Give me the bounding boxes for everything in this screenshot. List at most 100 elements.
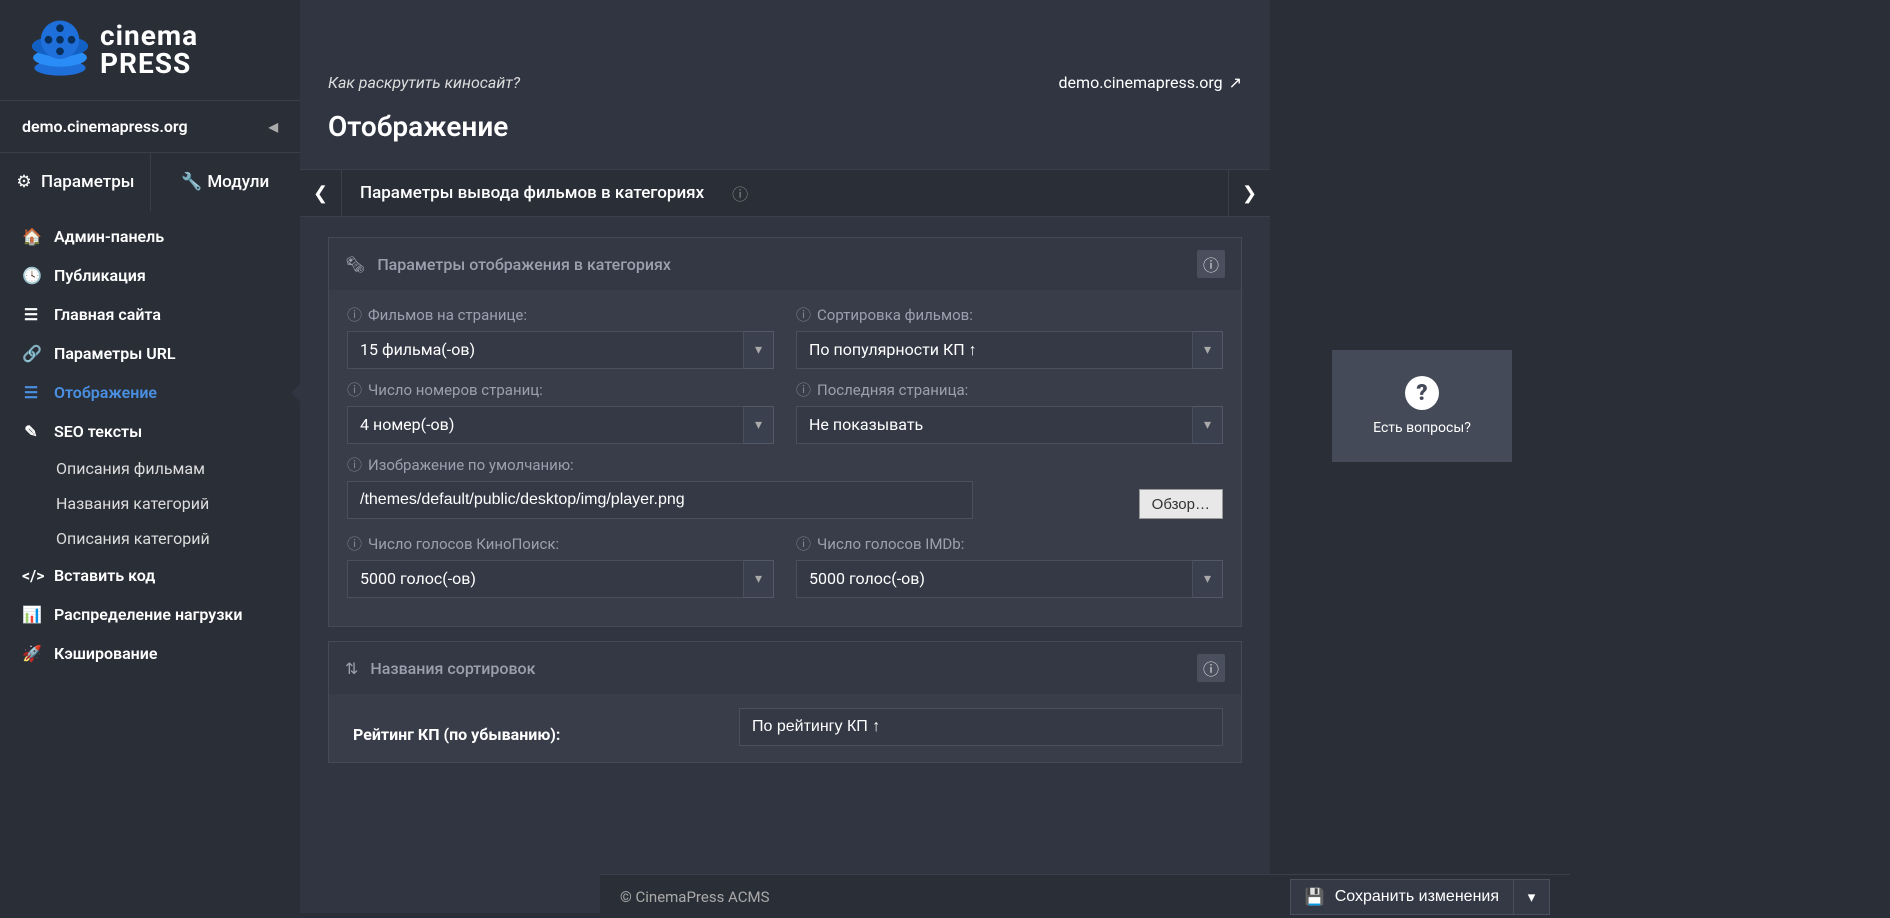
- help-widget-label: Есть вопросы?: [1373, 420, 1471, 436]
- menu-load-balancing[interactable]: 📊Распределение нагрузки: [0, 595, 300, 634]
- menu-homepage-label: Главная сайта: [54, 305, 161, 324]
- menu-admin-label: Админ-панель: [54, 227, 164, 246]
- content-area: 🗞 Параметры отображения в категориях ⓘ ⓘ…: [300, 217, 1270, 913]
- site-selector[interactable]: demo.cinemapress.org ◀: [0, 100, 300, 153]
- select-per-page-toggle[interactable]: ▾: [744, 331, 774, 369]
- info-icon: ⓘ: [347, 304, 362, 325]
- select-pages-toggle[interactable]: ▾: [744, 406, 774, 444]
- card-info-button[interactable]: ⓘ: [1197, 654, 1225, 682]
- select-last-page-toggle[interactable]: ▾: [1193, 406, 1223, 444]
- tab-modules[interactable]: 🔧 Модули: [150, 153, 301, 211]
- card-display-params: 🗞 Параметры отображения в категориях ⓘ ⓘ…: [328, 237, 1242, 627]
- rocket-icon: 🚀: [22, 644, 40, 663]
- browse-button[interactable]: Обзор…: [1139, 489, 1223, 519]
- chevron-down-icon: ▾: [1204, 571, 1211, 587]
- menu-homepage[interactable]: ☰ Главная сайта: [0, 295, 300, 334]
- help-widget[interactable]: ? Есть вопросы?: [1332, 350, 1512, 462]
- collapse-icon: ◀: [269, 120, 278, 134]
- menu-insertcode-label: Вставить код: [54, 566, 155, 585]
- select-kp-votes[interactable]: 5000 голос(-ов): [347, 560, 744, 598]
- menu-seo-cat-names[interactable]: Названия категорий: [0, 486, 300, 521]
- sitemap-icon: 🔗: [22, 344, 40, 363]
- tab-params-label: Параметры: [41, 172, 134, 192]
- list-icon: ☰: [22, 383, 40, 402]
- wrench-icon: 🔧: [181, 172, 199, 192]
- select-sort[interactable]: По популярности КП ↑: [796, 331, 1193, 369]
- logo-text-2: PRESS: [100, 50, 198, 78]
- menu-seo-movie-desc[interactable]: Описания фильмам: [0, 451, 300, 486]
- menu-caching[interactable]: 🚀Кэширование: [0, 634, 300, 673]
- info-icon: ⓘ: [796, 533, 811, 554]
- save-icon: 💾: [1305, 887, 1325, 907]
- external-link-icon: ↗: [1229, 73, 1242, 92]
- info-icon: ⓘ: [347, 454, 362, 475]
- label-per-page: Фильмов на странице:: [368, 306, 527, 324]
- sidebar-menu: 🏠Админ-панель 🕓Публикация ☰ Главная сайта…: [0, 211, 300, 673]
- clock-icon: 🕓: [22, 266, 40, 285]
- promo-link[interactable]: Как раскрутить киносайт?: [328, 73, 520, 92]
- logo-text-1: cinema: [100, 22, 198, 50]
- pencil-icon: ✎: [22, 422, 40, 441]
- select-per-page[interactable]: 15 фильма(-ов): [347, 331, 744, 369]
- label-sort: Сортировка фильмов:: [817, 306, 973, 324]
- info-icon: ⓘ: [796, 379, 811, 400]
- select-pages[interactable]: 4 номер(-ов): [347, 406, 744, 444]
- tab-params[interactable]: ⚙ Параметры: [0, 153, 150, 211]
- main: Как раскрутить киносайт? demo.cinemapres…: [300, 0, 1270, 918]
- card-info-button[interactable]: ⓘ: [1197, 250, 1225, 278]
- select-kp-votes-toggle[interactable]: ▾: [744, 560, 774, 598]
- menu-seo-sub2-label: Названия категорий: [56, 494, 209, 513]
- select-last-page[interactable]: Не показывать: [796, 406, 1193, 444]
- chevron-right-icon: ❯: [1242, 183, 1257, 204]
- card-display-params-title: Параметры отображения в категориях: [377, 255, 671, 274]
- footer: © CinemaPress ACMS 💾 Сохранить изменения…: [600, 874, 1570, 918]
- site-name-label: demo.cinemapress.org: [22, 117, 188, 136]
- menu-seo-sub1-label: Описания фильмам: [56, 459, 205, 478]
- logo[interactable]: cinema PRESS: [0, 0, 300, 100]
- info-icon: ⓘ: [732, 185, 748, 204]
- save-dropdown-toggle[interactable]: ▾: [1514, 879, 1550, 915]
- menu-display-label: Отображение: [54, 383, 157, 402]
- menu-seo-sub3-label: Описания категорий: [56, 529, 210, 548]
- panel-bar-info[interactable]: ⓘ: [732, 181, 748, 205]
- label-pages: Число номеров страниц:: [368, 381, 543, 399]
- label-rating-kp-desc: Рейтинг КП (по убыванию):: [347, 711, 717, 744]
- chevron-down-icon: ▾: [755, 342, 762, 358]
- input-default-image[interactable]: [347, 481, 973, 519]
- prev-button[interactable]: ❮: [300, 170, 342, 216]
- info-icon: ⓘ: [796, 304, 811, 325]
- chevron-left-icon: ❮: [313, 183, 328, 204]
- panel-bar: ❮ Параметры вывода фильмов в категориях …: [300, 169, 1270, 217]
- site-url-label: demo.cinemapress.org: [1059, 73, 1223, 92]
- menu-display[interactable]: ☰ Отображение: [0, 373, 300, 412]
- menu-seo-label: SEO тексты: [54, 422, 142, 441]
- card-sort-names-title: Названия сортировок: [370, 659, 535, 678]
- copyright: © CinemaPress ACMS: [620, 888, 770, 906]
- menu-insert-code[interactable]: </>Вставить код: [0, 556, 300, 595]
- menu-publication[interactable]: 🕓Публикация: [0, 256, 300, 295]
- save-button[interactable]: 💾 Сохранить изменения: [1290, 879, 1514, 915]
- card-sort-names-header[interactable]: ⇅ Названия сортировок ⓘ: [329, 642, 1241, 694]
- menu-urlparams-label: Параметры URL: [54, 344, 176, 363]
- menu-seo[interactable]: ✎ SEO тексты: [0, 412, 300, 451]
- select-imdb-votes[interactable]: 5000 голос(-ов): [796, 560, 1193, 598]
- list-icon: ☰: [22, 305, 40, 324]
- select-imdb-votes-toggle[interactable]: ▾: [1193, 560, 1223, 598]
- chevron-down-icon: ▾: [755, 417, 762, 433]
- page-title: Отображение: [300, 110, 1270, 169]
- menu-url-params[interactable]: 🔗 Параметры URL: [0, 334, 300, 373]
- select-sort-toggle[interactable]: ▾: [1193, 331, 1223, 369]
- label-imdb-votes: Число голосов IMDb:: [817, 535, 964, 553]
- menu-seo-cat-desc[interactable]: Описания категорий: [0, 521, 300, 556]
- input-rating-kp-desc[interactable]: [739, 708, 1223, 746]
- sliders-icon: ⚙: [15, 172, 33, 192]
- site-url[interactable]: demo.cinemapress.org ↗: [1059, 73, 1242, 92]
- panel-bar-title: Параметры вывода фильмов в категориях: [342, 183, 722, 203]
- menu-admin-panel[interactable]: 🏠Админ-панель: [0, 217, 300, 256]
- sidebar: cinema PRESS demo.cinemapress.org ◀ ⚙ Па…: [0, 0, 300, 918]
- next-button[interactable]: ❯: [1228, 170, 1270, 216]
- save-button-label: Сохранить изменения: [1335, 888, 1499, 906]
- info-icon: ⓘ: [347, 533, 362, 554]
- topbar: Как раскрутить киносайт? demo.cinemapres…: [300, 0, 1270, 110]
- card-sort-names: ⇅ Названия сортировок ⓘ Рейтинг КП (по у…: [328, 641, 1242, 763]
